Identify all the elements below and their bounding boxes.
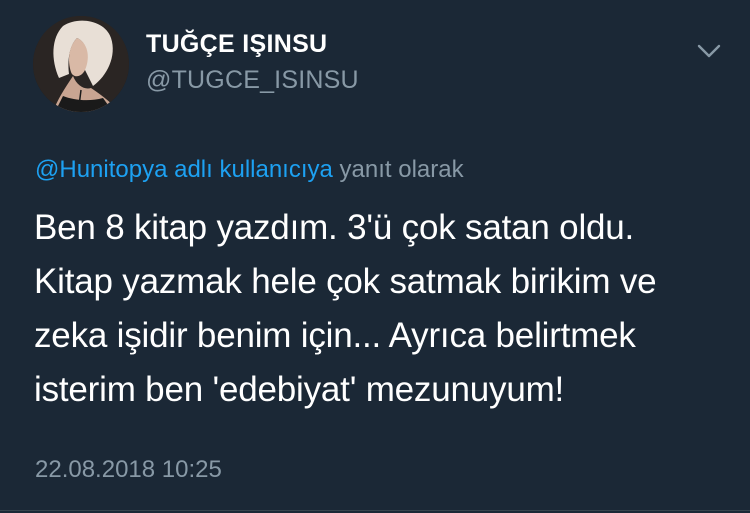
reply-mention-link[interactable]: @Hunitopya adlı kullanıcıya (35, 156, 333, 183)
user-handle[interactable]: @TUGCE_ISINSU (146, 66, 359, 95)
display-name[interactable]: TUĞÇE IŞINSU (146, 30, 327, 59)
tweet-text-line: zeka işidir benim için... Ayrıca belirtm… (34, 316, 636, 355)
tweet-text-line: isterim ben 'edebiyat' mezunuyum! (34, 370, 565, 409)
divider (0, 510, 750, 511)
avatar-image (33, 16, 129, 112)
avatar[interactable] (33, 16, 129, 112)
tweet-timestamp[interactable]: 22.08.2018 10:25 (35, 456, 222, 484)
chevron-down-icon[interactable] (694, 40, 724, 62)
reply-suffix: yanıt olarak (339, 156, 464, 183)
tweet-text-line: Ben 8 kitap yazdım. 3'ü çok satan oldu. (34, 208, 635, 247)
reply-context: @Hunitopya adlı kullanıcıya yanıt olarak (35, 156, 464, 184)
tweet-card: TUĞÇE IŞINSU @TUGCE_ISINSU @Hunitopya ad… (0, 0, 750, 513)
tweet-text: Ben 8 kitap yazdım. 3'ü çok satan oldu. … (34, 201, 734, 417)
tweet-text-line: Kitap yazmak hele çok satmak birikim ve (34, 262, 657, 301)
